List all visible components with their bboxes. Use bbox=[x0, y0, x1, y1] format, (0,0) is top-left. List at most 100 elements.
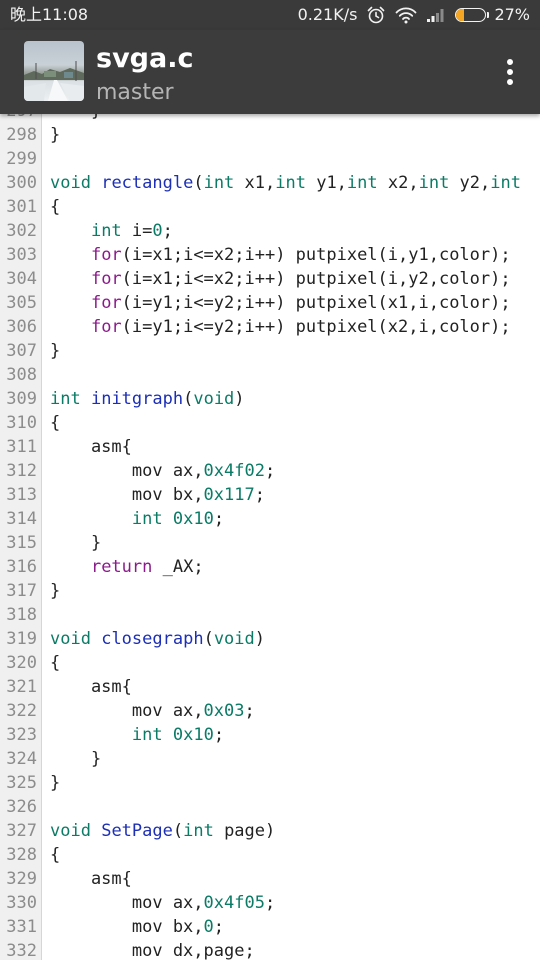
code-text: asm{ bbox=[50, 675, 132, 699]
code-token: { bbox=[50, 197, 61, 217]
code-line: 308 bbox=[0, 363, 540, 387]
code-line: 328 { bbox=[0, 843, 540, 867]
code-line: 306 for(i=y1;i<=y2;i++) putpixel(x2,i,co… bbox=[0, 315, 540, 339]
repository-avatar[interactable] bbox=[24, 41, 84, 101]
code-text: int initgraph(void) bbox=[50, 387, 245, 411]
code-text: } bbox=[50, 579, 60, 603]
code-token: void bbox=[50, 821, 91, 841]
code-line: 327 void SetPage(int page) bbox=[0, 819, 540, 843]
branch-name[interactable]: master bbox=[96, 79, 174, 107]
code-line: 318 bbox=[0, 603, 540, 627]
code-line: 298} bbox=[0, 123, 540, 147]
code-token: } bbox=[50, 533, 102, 553]
code-text: { bbox=[50, 843, 60, 867]
code-token: (i=x1;i<=x2;i++) putpixel(i,y1,color); bbox=[121, 245, 511, 265]
code-line: 313 mov bx,0x117; bbox=[0, 483, 540, 507]
line-number: 300 bbox=[0, 171, 42, 195]
file-title: svga.c bbox=[96, 43, 194, 74]
code-token: rectangle bbox=[101, 173, 194, 193]
code-text: } bbox=[50, 123, 60, 147]
line-number: 304 bbox=[0, 267, 42, 291]
code-token: mov bx, bbox=[50, 917, 204, 937]
code-line: 324 } bbox=[0, 747, 540, 771]
line-number: 322 bbox=[0, 699, 42, 723]
line-number: 312 bbox=[0, 459, 42, 483]
code-line: 329 asm{ bbox=[0, 867, 540, 891]
line-number: 297 bbox=[0, 114, 42, 123]
code-token: for bbox=[90, 269, 122, 289]
code-text: mov dx,page; bbox=[50, 939, 255, 960]
code-text: } bbox=[50, 339, 60, 363]
code-line: 323 int 0x10; bbox=[0, 723, 540, 747]
code-token: } bbox=[50, 773, 61, 793]
code-token: void bbox=[213, 629, 255, 649]
line-number: 298 bbox=[0, 123, 42, 147]
code-text: { bbox=[50, 411, 60, 435]
code-token: int bbox=[203, 173, 235, 193]
code-token: } bbox=[50, 114, 101, 121]
code-token: } bbox=[50, 341, 61, 361]
status-bar: 晚上11:08 0.21K/s 27% bbox=[0, 0, 540, 30]
code-token: asm{ bbox=[50, 437, 132, 457]
line-number: 315 bbox=[0, 531, 42, 555]
code-token: ( bbox=[193, 173, 204, 193]
line-number: 321 bbox=[0, 675, 42, 699]
code-line: 332 mov dx,page; bbox=[0, 939, 540, 960]
line-number: 330 bbox=[0, 891, 42, 915]
line-number: 309 bbox=[0, 387, 42, 411]
code-token: x1, bbox=[234, 173, 276, 193]
code-token: ( bbox=[183, 389, 194, 409]
code-text: int 0x10; bbox=[50, 507, 224, 531]
code-line: 301 { bbox=[0, 195, 540, 219]
code-line: 322 mov ax,0x03; bbox=[0, 699, 540, 723]
code-token: for bbox=[90, 293, 122, 313]
code-token: 0x10 bbox=[172, 725, 214, 745]
code-token: x2, bbox=[377, 173, 419, 193]
code-line: 314 int 0x10; bbox=[0, 507, 540, 531]
code-token: ; bbox=[264, 893, 276, 913]
code-token: (i=y1;i<=y2;i++) putpixel(x2,i,color); bbox=[121, 317, 511, 337]
code-token: ( bbox=[172, 821, 184, 841]
code-line: 297 } bbox=[0, 114, 540, 123]
code-viewer[interactable]: 297 }298}299300void rectangle(int x1,int… bbox=[0, 114, 540, 960]
line-number: 313 bbox=[0, 483, 42, 507]
code-token: i= bbox=[121, 221, 153, 241]
code-token: ; bbox=[213, 917, 225, 937]
code-token: initgraph bbox=[90, 389, 184, 409]
code-token: 0x117 bbox=[203, 485, 255, 505]
overflow-menu-icon[interactable] bbox=[498, 54, 522, 90]
code-token: _AX; bbox=[152, 557, 204, 577]
code-line: 319 void closegraph(void) bbox=[0, 627, 540, 651]
code-token: 0 bbox=[152, 221, 163, 241]
code-token: ; bbox=[254, 485, 265, 505]
code-text: for(i=x1;i<=x2;i++) putpixel(i,y2,color)… bbox=[50, 267, 511, 291]
code-token: for bbox=[90, 317, 122, 337]
code-line: 304 for(i=x1;i<=x2;i++) putpixel(i,y2,co… bbox=[0, 267, 540, 291]
code-token: int bbox=[275, 173, 306, 193]
code-line: 311 asm{ bbox=[0, 435, 540, 459]
line-number: 301 bbox=[0, 195, 42, 219]
code-text: void SetPage(int page) bbox=[50, 819, 275, 843]
code-text: return _AX; bbox=[50, 555, 204, 579]
code-token: int bbox=[90, 221, 122, 241]
line-number: 306 bbox=[0, 315, 42, 339]
code-line: 321 asm{ bbox=[0, 675, 540, 699]
line-number: 328 bbox=[0, 843, 42, 867]
line-number: 327 bbox=[0, 819, 42, 843]
code-text: mov bx,0; bbox=[50, 915, 224, 939]
line-number: 323 bbox=[0, 723, 42, 747]
line-number: 302 bbox=[0, 219, 42, 243]
code-token: 0x10 bbox=[172, 509, 214, 529]
line-number: 303 bbox=[0, 243, 42, 267]
code-text: } bbox=[50, 114, 101, 123]
code-token: ; bbox=[213, 509, 225, 529]
line-number: 329 bbox=[0, 867, 42, 891]
code-token: void bbox=[193, 389, 235, 409]
code-text: for(i=y1;i<=y2;i++) putpixel(x1,i,color)… bbox=[50, 291, 511, 315]
code-text: } bbox=[50, 531, 101, 555]
